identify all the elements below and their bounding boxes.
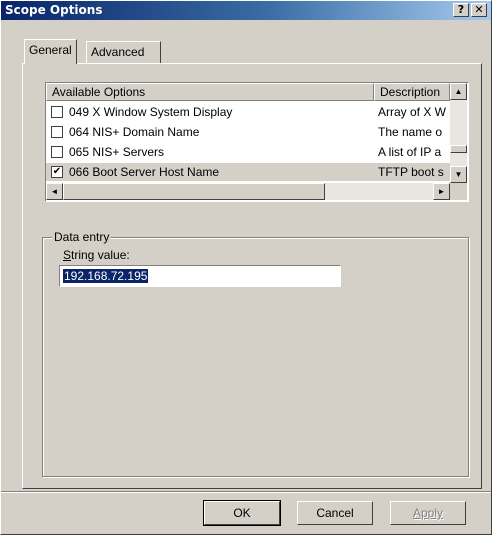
tab-general-label: General [29,43,72,57]
apply-button-label: Apply [412,506,444,520]
window-title: Scope Options [5,3,103,17]
help-icon: ? [457,3,465,16]
close-button[interactable]: ✕ [471,3,487,17]
close-icon: ✕ [474,3,484,16]
cancel-button[interactable]: Cancel [297,501,373,525]
tab-advanced-label: Advanced [91,45,145,59]
title-bar[interactable]: Scope Options ? ✕ [1,1,491,20]
help-button[interactable]: ? [453,3,469,17]
tab-advanced[interactable]: Advanced [86,41,161,63]
scope-options-dialog: Scope Options ? ✕ General Advanced Avail… [0,0,492,535]
apply-button[interactable]: Apply [390,501,466,525]
general-tab-panel [22,63,482,489]
ok-button[interactable]: OK [203,500,281,526]
button-separator [1,491,491,493]
tab-general[interactable]: General [24,39,77,64]
